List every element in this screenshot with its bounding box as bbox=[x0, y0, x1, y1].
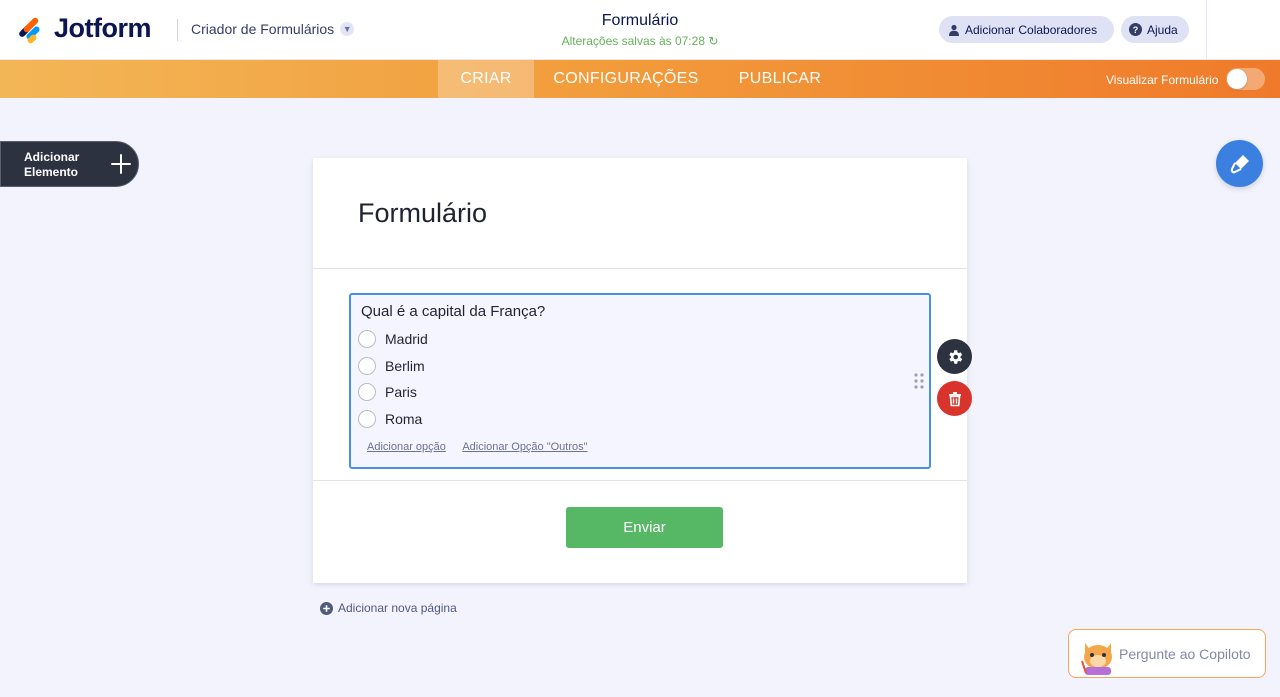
tab-criar[interactable]: CRIAR bbox=[438, 60, 534, 98]
add-collaborators-button[interactable]: Adicionar Colaboradores bbox=[939, 16, 1114, 43]
option-label[interactable]: Madrid bbox=[385, 331, 428, 347]
copilot-button[interactable]: Pergunte ao Copiloto bbox=[1068, 629, 1266, 678]
trash-icon bbox=[948, 391, 961, 406]
jotform-logo[interactable]: Jotform bbox=[16, 13, 152, 44]
form-card: Formulário Qual é a capital da França? M… bbox=[313, 158, 967, 583]
add-new-page-button[interactable]: Adicionar nova página bbox=[320, 601, 457, 615]
copilot-label: Pergunte ao Copiloto bbox=[1119, 645, 1251, 662]
header-right-divider bbox=[1206, 0, 1207, 60]
paint-roller-icon bbox=[1230, 154, 1249, 173]
help-label: Ajuda bbox=[1147, 22, 1178, 37]
jotform-logo-icon bbox=[19, 17, 40, 43]
single-choice-question[interactable]: Qual é a capital da França? Madrid Berli… bbox=[349, 293, 931, 469]
option-item[interactable]: Berlim bbox=[358, 357, 425, 375]
plus-icon bbox=[111, 154, 131, 174]
page-title[interactable]: Formulário bbox=[540, 12, 740, 30]
add-option-link[interactable]: Adicionar opção bbox=[367, 441, 446, 453]
drag-handle-icon[interactable] bbox=[914, 373, 924, 389]
save-status: Alterações salvas às 07:28 ↻ bbox=[540, 34, 740, 48]
radio-button[interactable] bbox=[358, 330, 376, 348]
divider bbox=[313, 268, 967, 269]
builder-nav: CRIAR CONFIGURAÇÕES PUBLICAR Visualizar … bbox=[0, 60, 1280, 98]
help-button[interactable]: ? Ajuda bbox=[1121, 16, 1189, 43]
option-label[interactable]: Berlim bbox=[385, 358, 425, 374]
add-new-page-label: Adicionar nova página bbox=[338, 601, 457, 615]
svg-text:?: ? bbox=[1133, 25, 1139, 35]
brand-name: Jotform bbox=[54, 13, 152, 43]
option-links: Adicionar opção Adicionar Opção "Outros" bbox=[367, 441, 602, 453]
add-other-option-link[interactable]: Adicionar Opção "Outros" bbox=[462, 441, 587, 453]
add-element-label: Adicionar Elemento bbox=[24, 150, 94, 180]
field-settings-button[interactable] bbox=[937, 339, 972, 374]
delete-field-button[interactable] bbox=[937, 381, 972, 416]
chevron-down-icon: ▼ bbox=[340, 22, 355, 36]
tab-configuracoes[interactable]: CONFIGURAÇÕES bbox=[544, 60, 708, 98]
radio-button[interactable] bbox=[358, 410, 376, 428]
header-divider bbox=[177, 19, 178, 41]
save-status-text: Alterações salvas às 07:28 bbox=[561, 34, 705, 48]
divider bbox=[313, 480, 967, 481]
option-item[interactable]: Paris bbox=[358, 383, 417, 401]
builder-dropdown[interactable]: Criador de Formulários ▼ bbox=[191, 21, 355, 37]
form-title-block: Formulário Alterações salvas às 07:28 ↻ bbox=[540, 12, 740, 48]
add-element-label-line2: Elemento bbox=[24, 165, 79, 179]
plus-circle-icon bbox=[320, 601, 333, 615]
form-heading[interactable]: Formulário bbox=[358, 198, 487, 229]
question-label[interactable]: Qual é a capital da França? bbox=[361, 303, 545, 320]
user-icon bbox=[947, 23, 960, 36]
copilot-cat-icon bbox=[1081, 642, 1112, 675]
top-header: Jotform Criador de Formulários ▼ Formulá… bbox=[0, 0, 1280, 60]
refresh-icon: ↻ bbox=[708, 34, 719, 48]
radio-button[interactable] bbox=[358, 357, 376, 375]
toggle-knob bbox=[1227, 69, 1247, 89]
tab-publicar[interactable]: PUBLICAR bbox=[730, 60, 830, 98]
submit-button[interactable]: Enviar bbox=[566, 507, 723, 548]
gear-icon bbox=[948, 349, 962, 364]
option-item[interactable]: Madrid bbox=[358, 330, 428, 348]
option-item[interactable]: Roma bbox=[358, 410, 422, 428]
builder-label: Criador de Formulários bbox=[191, 21, 335, 37]
radio-button[interactable] bbox=[358, 383, 376, 401]
preview-form-label: Visualizar Formulário bbox=[1106, 73, 1219, 87]
option-label[interactable]: Roma bbox=[385, 411, 422, 427]
add-element-button[interactable]: Adicionar Elemento bbox=[0, 141, 139, 187]
preview-form-toggle[interactable] bbox=[1226, 68, 1265, 90]
question-icon: ? bbox=[1129, 23, 1142, 36]
add-element-label-line1: Adicionar bbox=[24, 150, 80, 164]
option-label[interactable]: Paris bbox=[385, 384, 417, 400]
form-designer-button[interactable] bbox=[1216, 140, 1263, 187]
add-collaborators-label: Adicionar Colaboradores bbox=[965, 22, 1098, 37]
